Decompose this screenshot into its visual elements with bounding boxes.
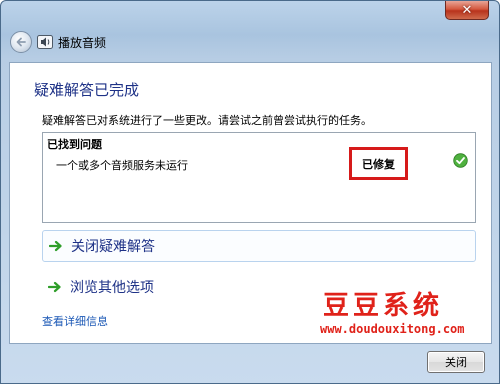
green-arrow-icon — [48, 281, 61, 293]
back-button[interactable] — [10, 31, 32, 53]
close-icon: ✕ — [461, 2, 473, 18]
view-details-link[interactable]: 查看详细信息 — [42, 313, 108, 329]
watermark-url: www.doudouxitong.com — [320, 322, 465, 336]
issue-text: 一个或多个音频服务未运行 — [56, 159, 188, 172]
explore-options-label: 浏览其他选项 — [70, 280, 154, 296]
close-troubleshooter-option[interactable]: 关闭疑难解答 — [42, 230, 476, 262]
window-close-button[interactable]: ✕ — [445, 1, 489, 20]
close-button[interactable]: 关闭 — [427, 351, 485, 373]
back-arrow-icon — [16, 37, 26, 47]
window-title: 播放音频 — [58, 36, 107, 50]
green-arrow-icon — [49, 240, 62, 252]
watermark-title: 豆豆系统 — [323, 291, 444, 321]
page-heading: 疑难解答已完成 — [34, 81, 140, 99]
check-circle-icon — [453, 153, 468, 168]
speaker-icon — [37, 35, 53, 49]
troubleshooter-window: ✕ 播放音频 疑难解答已完成 疑难解答已对系统进行了一些更改。请尝试之前曾尝试执… — [0, 0, 500, 384]
status-text: 已修复 — [362, 157, 395, 171]
results-box: 已找到问题 一个或多个音频服务未运行 已修复 — [42, 132, 476, 223]
status-highlight-box: 已修复 — [349, 147, 408, 180]
description-text: 疑难解答已对系统进行了一些更改。请尝试之前曾尝试执行的任务。 — [42, 114, 372, 127]
close-troubleshooter-label: 关闭疑难解答 — [71, 239, 155, 255]
results-title: 已找到问题 — [47, 138, 102, 151]
